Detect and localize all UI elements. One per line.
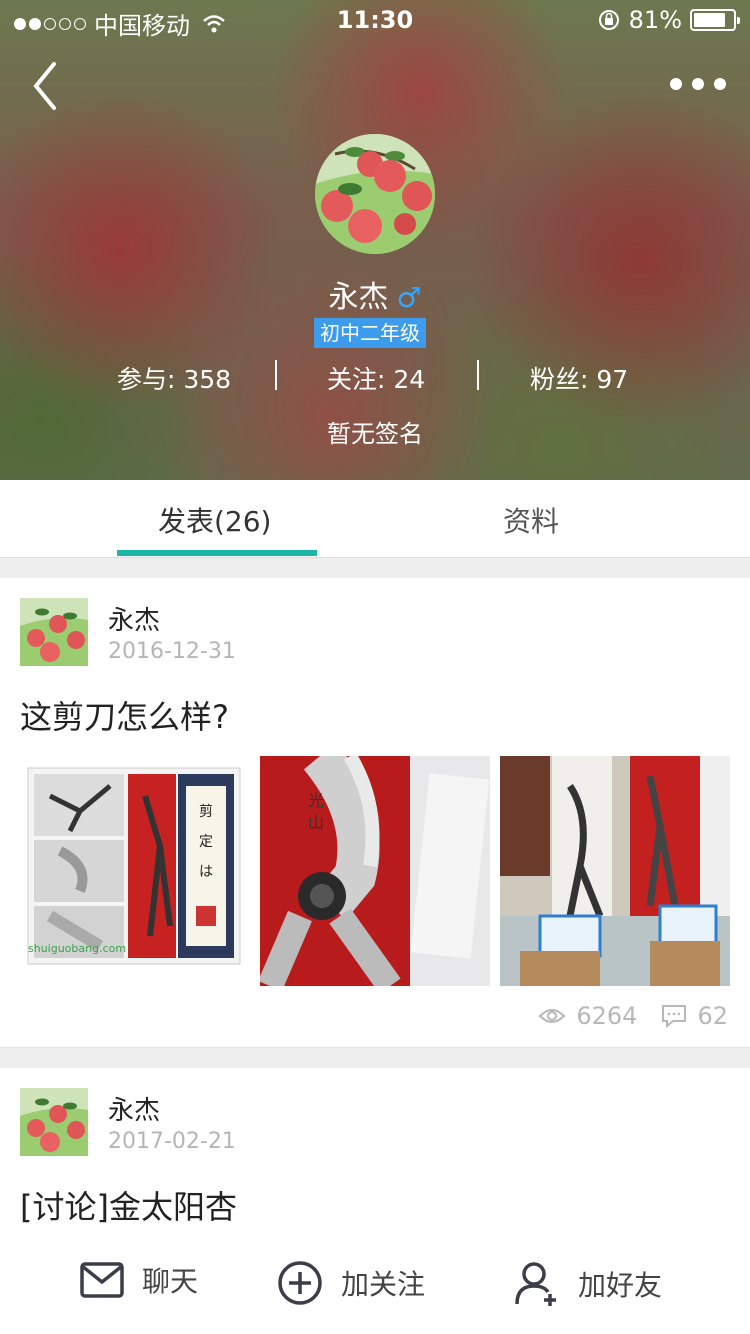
stat-following[interactable]: 关注: 24 [327,360,425,396]
mail-icon [80,1262,124,1298]
follow-label: 加关注 [341,1268,426,1301]
svg-text:剪: 剪 [199,804,213,820]
status-bar: 中国移动 11:30 81% [0,0,750,40]
stat-fans[interactable]: 粉丝: 97 [530,360,628,396]
post-meta: 6264 62 [538,1002,728,1030]
post-author-avatar[interactable] [20,1088,88,1156]
post-author-name[interactable]: 永杰 [108,600,160,637]
post-author-name[interactable]: 永杰 [108,1090,160,1127]
post-image-2[interactable]: 光 山 [260,756,490,986]
post-date: 2017-02-21 [108,1129,236,1154]
bottom-action-bar: 聊天 加关注 加好友 [0,1236,750,1334]
profile-name-row: 永杰 ♂ [0,272,750,316]
grade-badge: 初中二年级 [314,318,426,348]
comment-count: 62 [697,1002,728,1030]
divider [477,360,479,390]
chevron-left-icon [33,62,56,110]
post-title[interactable]: 这剪刀怎么样? [20,692,229,738]
battery-percent: 81% [628,6,682,34]
profile-signature: 暂无签名 [327,420,423,448]
profile-header: 中国移动 11:30 81% 永杰 ♂ 初中二年级 参与: 358 关注: 24… [0,0,750,480]
svg-text:は: は [199,864,213,880]
add-user-icon [515,1262,556,1306]
comment-icon [662,1005,687,1028]
image-watermark: shuiguobang.com [28,942,127,955]
chat-label: 聊天 [142,1265,199,1298]
plus-circle-icon [278,1261,322,1305]
tab-profile-info[interactable]: 资料 [503,500,559,540]
more-icon [670,78,682,90]
divider [275,360,277,390]
tab-posts[interactable]: 发表(26) [158,500,271,540]
add-friend-button[interactable]: 加好友 [514,1260,662,1308]
post-author-avatar[interactable] [20,598,88,666]
profile-name: 永杰 [328,280,389,315]
more-options-button[interactable] [670,70,726,98]
post-title[interactable]: [讨论]金太阳杏 [20,1182,237,1228]
back-button[interactable] [24,58,72,114]
svg-text:山: 山 [308,813,324,832]
post-image-1[interactable]: 剪 定 は shuiguobang.com [20,756,250,986]
post-card[interactable]: 永杰 2016-12-31 这剪刀怎么样? 剪 定 は shuiguobang.… [0,578,750,1048]
post-date: 2016-12-31 [108,639,236,664]
battery-icon [690,9,740,31]
post-image-3[interactable] [500,756,730,986]
stat-participate[interactable]: 参与: 358 [117,360,231,396]
profile-stats: 参与: 358 关注: 24 粉丝: 97 [0,356,750,396]
chat-button[interactable]: 聊天 [80,1260,198,1300]
add-friend-label: 加好友 [578,1269,663,1302]
active-tab-indicator [117,550,317,556]
post-card[interactable]: 永杰 2017-02-21 [讨论]金太阳杏 [0,1068,750,1236]
follow-button[interactable]: 加关注 [277,1260,425,1306]
profile-avatar[interactable] [315,134,435,254]
orientation-lock-icon [598,10,619,30]
view-count: 6264 [576,1002,638,1030]
male-icon: ♂ [396,281,422,314]
svg-text:光: 光 [308,791,324,810]
tab-bar: 发表(26) 资料 [0,480,750,558]
svg-text:定: 定 [199,834,213,850]
eye-icon [538,1009,566,1023]
